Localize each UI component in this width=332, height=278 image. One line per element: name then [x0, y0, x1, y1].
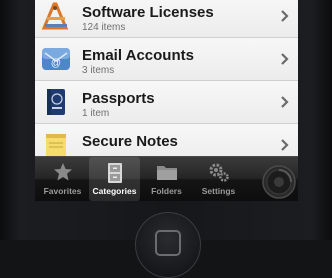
- list-item-title: Passports: [82, 90, 155, 107]
- tab-categories[interactable]: Categories: [89, 157, 140, 201]
- gears-icon: [209, 163, 229, 182]
- cabinet-icon: [107, 163, 122, 183]
- list-item-title: Software Licenses: [82, 4, 214, 21]
- list-item-count: 1 item: [82, 108, 110, 119]
- home-button-square-icon: [155, 230, 181, 256]
- tab-label: Categories: [92, 186, 137, 196]
- chevron-right-icon: [280, 52, 290, 66]
- lock-button[interactable]: [255, 160, 298, 200]
- software-licenses-icon: [41, 2, 71, 30]
- passports-icon: [41, 88, 71, 116]
- lock-icon: [262, 165, 296, 199]
- list-item-title: Email Accounts: [82, 47, 194, 64]
- chevron-right-icon: [280, 9, 290, 23]
- email-accounts-icon: @: [41, 45, 71, 73]
- svg-text:@: @: [51, 58, 61, 69]
- star-icon: [53, 163, 72, 181]
- list-item-count: 3 items: [82, 65, 115, 76]
- list-item-email-accounts[interactable]: @ Email Accounts 3 items: [35, 38, 298, 81]
- list-item-count: 124 items: [82, 22, 126, 33]
- tab-settings[interactable]: Settings: [193, 157, 244, 201]
- secure-notes-icon: [41, 131, 71, 159]
- tab-folders[interactable]: Folders: [141, 157, 192, 201]
- chevron-right-icon: [280, 138, 290, 152]
- tab-favorites[interactable]: Favorites: [37, 157, 88, 201]
- tab-label: Folders: [151, 186, 182, 196]
- tab-label: Settings: [201, 186, 236, 196]
- folder-icon: [156, 166, 177, 180]
- list-item-software-licenses[interactable]: Software Licenses 124 items: [35, 0, 298, 38]
- list-item-passports[interactable]: Passports 1 item: [35, 81, 298, 124]
- chevron-right-icon: [280, 95, 290, 109]
- tab-label: Favorites: [43, 186, 82, 196]
- list-item-title: Secure Notes: [82, 133, 178, 150]
